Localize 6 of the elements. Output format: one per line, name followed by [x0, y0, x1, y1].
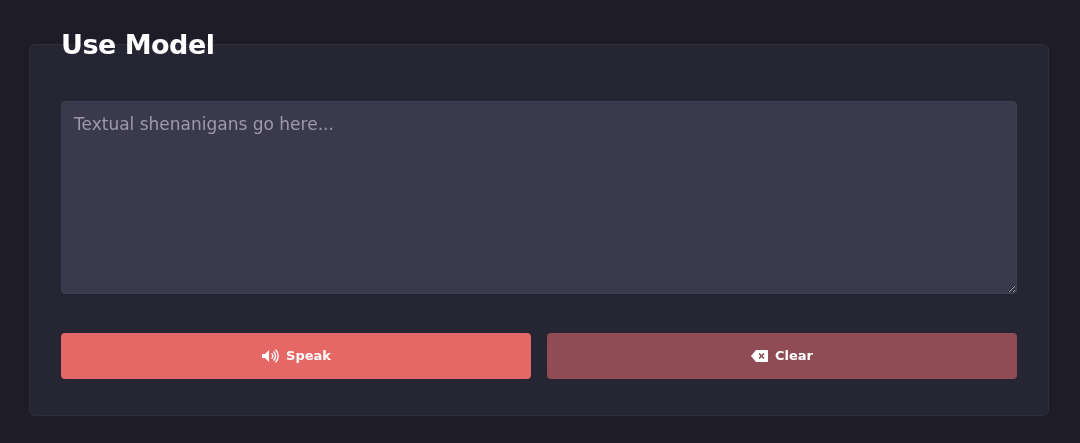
backspace-icon: [751, 350, 768, 362]
text-input-field[interactable]: Textual shenanigans go here...: [61, 101, 1017, 294]
speaker-icon: [261, 349, 280, 363]
page-title: Use Model: [61, 28, 216, 62]
clear-button[interactable]: Clear: [547, 333, 1017, 379]
speak-button[interactable]: Speak: [61, 333, 531, 379]
